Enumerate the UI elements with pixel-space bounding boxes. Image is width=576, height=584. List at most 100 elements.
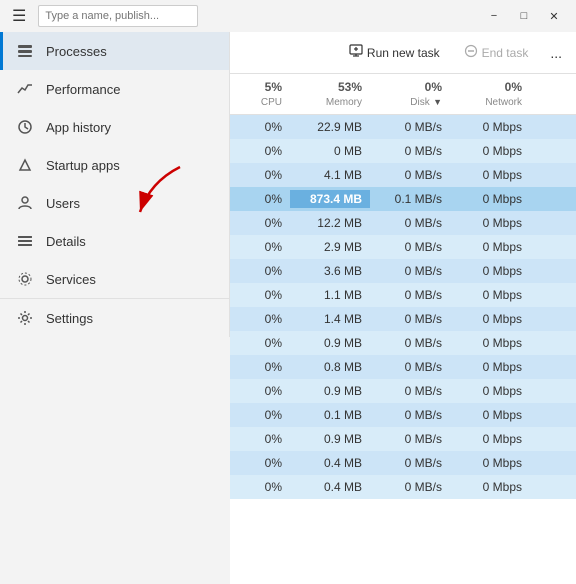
cell-network: 0 Mbps bbox=[450, 166, 530, 184]
table-row[interactable]: 0% 0.8 MB 0 MB/s 0 Mbps bbox=[230, 355, 576, 379]
cell-network: 0 Mbps bbox=[450, 238, 530, 256]
cell-network: 0 Mbps bbox=[450, 286, 530, 304]
cell-disk: 0 MB/s bbox=[370, 166, 450, 184]
services-icon bbox=[16, 270, 34, 288]
table-row[interactable]: 0% 0.1 MB 0 MB/s 0 Mbps bbox=[230, 403, 576, 427]
cell-disk: 0 MB/s bbox=[370, 430, 450, 448]
cell-network: 0 Mbps bbox=[450, 478, 530, 496]
table-row[interactable]: 0% 2.9 MB 0 MB/s 0 Mbps bbox=[230, 235, 576, 259]
hamburger-icon[interactable]: ☰ bbox=[8, 2, 30, 30]
sidebar-item-startupapps-label: Startup apps bbox=[46, 158, 120, 173]
content-area: Run new task End task ... 5%CPU53%Memory… bbox=[230, 32, 576, 584]
cell-memory: 0.1 MB bbox=[290, 406, 370, 424]
cell-cpu: 0% bbox=[230, 166, 290, 184]
end-task-button[interactable]: End task bbox=[456, 40, 537, 65]
cell-disk: 0 MB/s bbox=[370, 238, 450, 256]
cell-memory: 873.4 MB bbox=[290, 190, 370, 208]
cell-memory: 0.4 MB bbox=[290, 454, 370, 472]
titlebar-controls: − □ ✕ bbox=[480, 2, 568, 30]
cell-cpu: 0% bbox=[230, 478, 290, 496]
cell-network: 0 Mbps bbox=[450, 190, 530, 208]
sidebar-item-performance[interactable]: Performance bbox=[0, 70, 229, 108]
table-row[interactable]: 0% 3.6 MB 0 MB/s 0 Mbps bbox=[230, 259, 576, 283]
cell-disk: 0 MB/s bbox=[370, 358, 450, 376]
table-row[interactable]: 0% 873.4 MB 0.1 MB/s 0 Mbps bbox=[230, 187, 576, 211]
cell-cpu: 0% bbox=[230, 214, 290, 232]
sidebar-item-details-label: Details bbox=[46, 234, 86, 249]
cell-cpu: 0% bbox=[230, 262, 290, 280]
cell-disk: 0 MB/s bbox=[370, 382, 450, 400]
settings-icon bbox=[16, 309, 34, 327]
sidebar-item-users-label: Users bbox=[46, 196, 80, 211]
sidebar-item-startupapps[interactable]: Startup apps bbox=[0, 146, 229, 184]
close-button[interactable]: ✕ bbox=[540, 2, 568, 30]
sidebar-item-services-label: Services bbox=[46, 272, 96, 287]
col-header-disk[interactable]: 0%Disk ▼ bbox=[370, 80, 450, 108]
cell-cpu: 0% bbox=[230, 286, 290, 304]
cell-disk: 0.1 MB/s bbox=[370, 190, 450, 208]
sidebar-item-performance-label: Performance bbox=[46, 82, 120, 97]
minimize-button[interactable]: − bbox=[480, 2, 508, 30]
cell-disk: 0 MB/s bbox=[370, 310, 450, 328]
run-new-task-label: Run new task bbox=[367, 46, 440, 60]
table-row[interactable]: 0% 0.4 MB 0 MB/s 0 Mbps bbox=[230, 475, 576, 499]
search-input[interactable] bbox=[38, 5, 198, 27]
cell-memory: 1.1 MB bbox=[290, 286, 370, 304]
cell-disk: 0 MB/s bbox=[370, 214, 450, 232]
cell-disk: 0 MB/s bbox=[370, 286, 450, 304]
table-row[interactable]: 0% 0.9 MB 0 MB/s 0 Mbps bbox=[230, 427, 576, 451]
cell-cpu: 0% bbox=[230, 118, 290, 136]
apphistory-icon bbox=[16, 118, 34, 136]
cell-network: 0 Mbps bbox=[450, 118, 530, 136]
cell-cpu: 0% bbox=[230, 310, 290, 328]
table-row[interactable]: 0% 0.9 MB 0 MB/s 0 Mbps bbox=[230, 379, 576, 403]
table-row[interactable]: 0% 22.9 MB 0 MB/s 0 Mbps bbox=[230, 115, 576, 139]
col-header-memory[interactable]: 53%Memory bbox=[290, 80, 370, 108]
col-header-network[interactable]: 0%Network bbox=[450, 80, 530, 108]
sidebar-item-details[interactable]: Details bbox=[0, 222, 229, 260]
cell-memory: 0 MB bbox=[290, 142, 370, 160]
sidebar-item-users[interactable]: Users bbox=[0, 184, 229, 222]
more-options-button[interactable]: ... bbox=[544, 41, 568, 65]
processes-icon bbox=[16, 42, 34, 60]
table-row[interactable]: 0% 0 MB 0 MB/s 0 Mbps bbox=[230, 139, 576, 163]
cell-memory: 0.9 MB bbox=[290, 334, 370, 352]
cell-disk: 0 MB/s bbox=[370, 454, 450, 472]
cell-memory: 0.4 MB bbox=[290, 478, 370, 496]
end-task-icon bbox=[464, 44, 478, 61]
cell-cpu: 0% bbox=[230, 190, 290, 208]
maximize-button[interactable]: □ bbox=[510, 2, 538, 30]
cell-memory: 3.6 MB bbox=[290, 262, 370, 280]
table-row[interactable]: 0% 12.2 MB 0 MB/s 0 Mbps bbox=[230, 211, 576, 235]
sidebar-item-settings[interactable]: Settings bbox=[0, 299, 229, 337]
table-row[interactable]: 0% 0.9 MB 0 MB/s 0 Mbps bbox=[230, 331, 576, 355]
cell-cpu: 0% bbox=[230, 406, 290, 424]
table-row[interactable]: 0% 1.4 MB 0 MB/s 0 Mbps bbox=[230, 307, 576, 331]
cell-disk: 0 MB/s bbox=[370, 406, 450, 424]
run-new-task-button[interactable]: Run new task bbox=[341, 40, 448, 65]
cell-network: 0 Mbps bbox=[450, 262, 530, 280]
sidebar-item-apphistory[interactable]: App history bbox=[0, 108, 229, 146]
table-row[interactable]: 0% 1.1 MB 0 MB/s 0 Mbps bbox=[230, 283, 576, 307]
sidebar-item-settings-label: Settings bbox=[46, 311, 93, 326]
table-row[interactable]: 0% 4.1 MB 0 MB/s 0 Mbps bbox=[230, 163, 576, 187]
main-container: Processes Performance App history bbox=[0, 32, 576, 584]
cell-cpu: 0% bbox=[230, 430, 290, 448]
cell-network: 0 Mbps bbox=[450, 334, 530, 352]
cell-memory: 12.2 MB bbox=[290, 214, 370, 232]
sidebar-item-processes[interactable]: Processes bbox=[0, 32, 229, 70]
titlebar-left: ☰ bbox=[8, 2, 198, 30]
table-row[interactable]: 0% 0.4 MB 0 MB/s 0 Mbps bbox=[230, 451, 576, 475]
cell-disk: 0 MB/s bbox=[370, 118, 450, 136]
users-icon bbox=[16, 194, 34, 212]
cell-disk: 0 MB/s bbox=[370, 262, 450, 280]
performance-icon bbox=[16, 80, 34, 98]
cell-cpu: 0% bbox=[230, 358, 290, 376]
sidebar-item-services[interactable]: Services bbox=[0, 260, 229, 298]
col-header-cpu[interactable]: 5%CPU bbox=[230, 80, 290, 108]
cell-memory: 0.9 MB bbox=[290, 382, 370, 400]
sidebar-bottom: Settings bbox=[0, 298, 229, 337]
cell-network: 0 Mbps bbox=[450, 406, 530, 424]
cell-disk: 0 MB/s bbox=[370, 142, 450, 160]
cell-network: 0 Mbps bbox=[450, 382, 530, 400]
